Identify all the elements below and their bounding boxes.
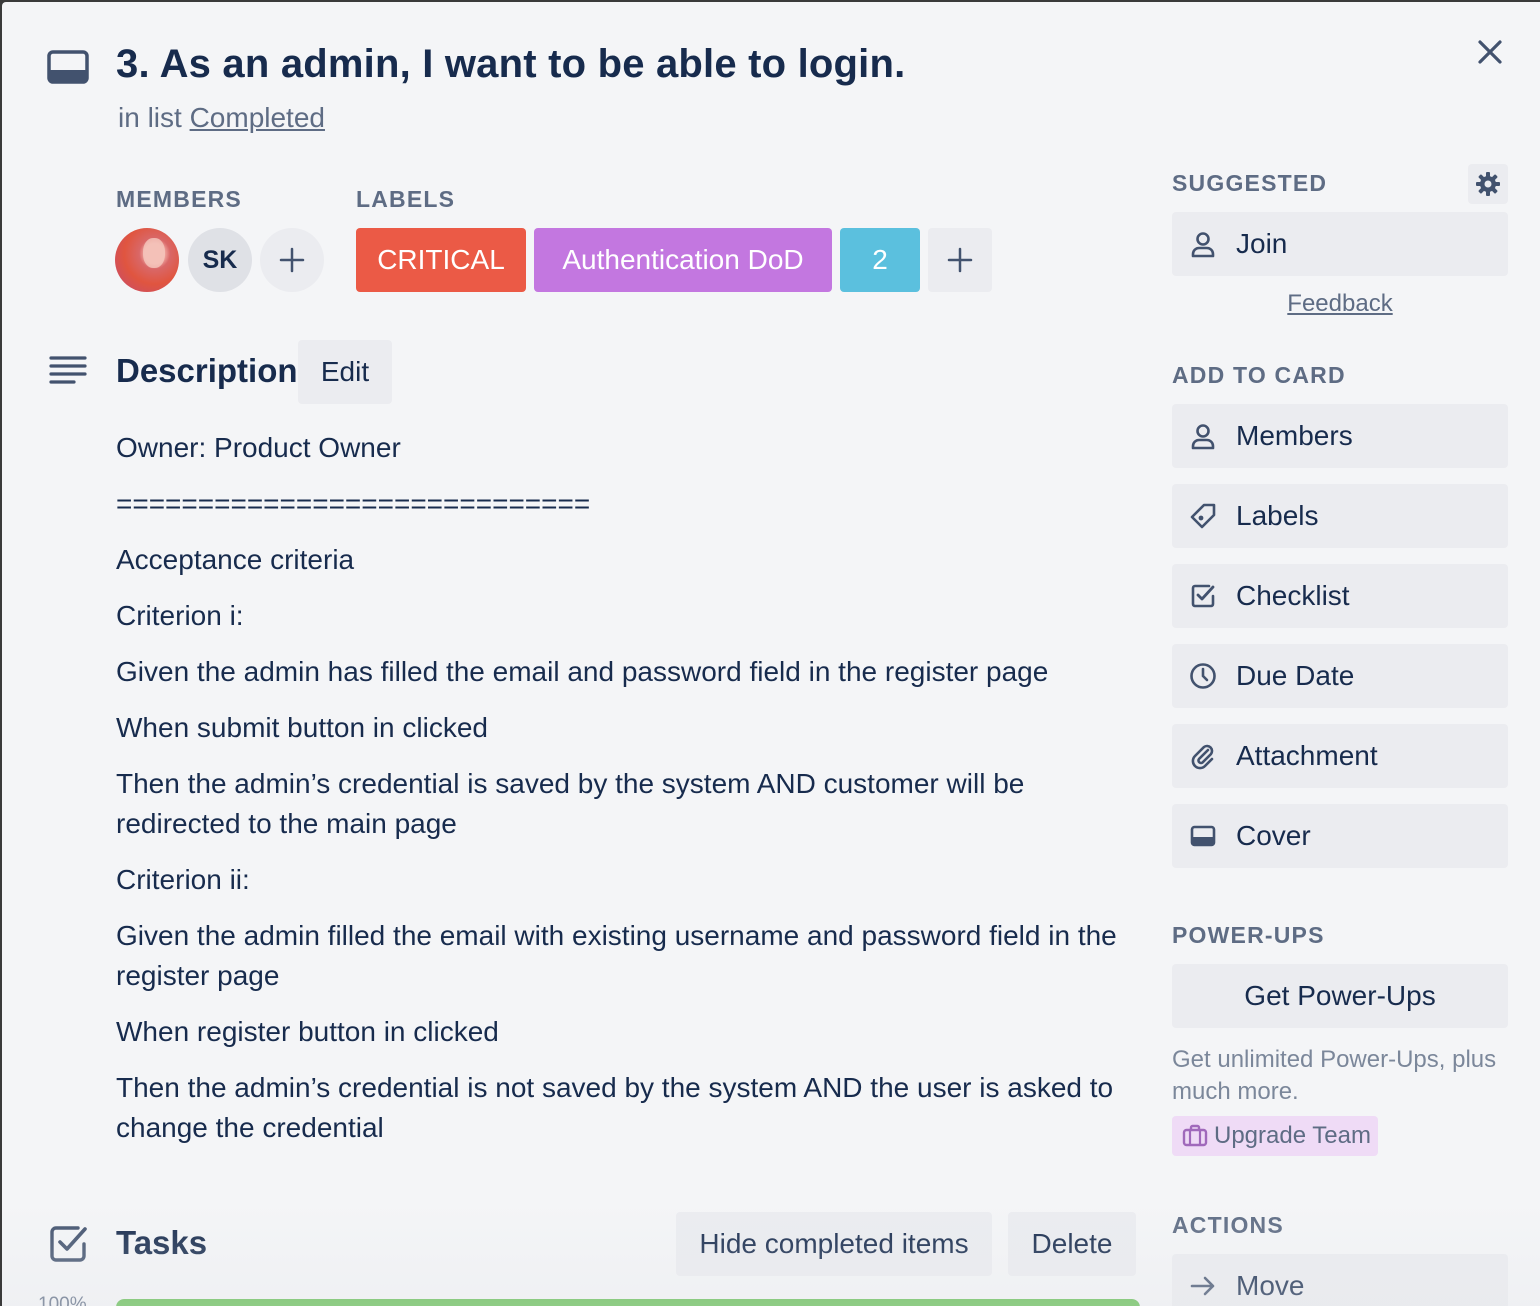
description-line: Given the admin filled the email with ex… xyxy=(116,920,1117,991)
avatar-initials[interactable]: SK xyxy=(188,228,252,292)
paperclip-icon xyxy=(1188,741,1218,771)
description-line: Criterion i: xyxy=(116,600,244,631)
list-link[interactable]: Completed xyxy=(190,102,325,133)
plus-icon xyxy=(947,247,973,273)
delete-checklist-button[interactable]: Delete xyxy=(1008,1212,1136,1276)
checkbox-icon xyxy=(1188,581,1218,611)
list-breadcrumb: in list Completed xyxy=(118,102,325,134)
labels-button[interactable]: Labels xyxy=(1172,484,1508,548)
progress-percent: 100% xyxy=(38,1294,87,1306)
description-line: ============================= xyxy=(116,488,591,519)
hide-completed-button[interactable]: Hide completed items xyxy=(676,1212,992,1276)
card-icon xyxy=(47,50,89,84)
join-button[interactable]: Join xyxy=(1172,212,1508,276)
members-button[interactable]: Members xyxy=(1172,404,1508,468)
description-icon xyxy=(49,356,87,384)
label-critical[interactable]: CRITICAL xyxy=(356,228,526,292)
checklist-button[interactable]: Checklist xyxy=(1172,564,1508,628)
description-heading: Description xyxy=(116,352,298,389)
checklist-icon xyxy=(50,1226,87,1262)
add-member-button[interactable] xyxy=(260,228,324,292)
upgrade-team-button[interactable]: Upgrade Team xyxy=(1172,1116,1378,1156)
list-prefix: in list xyxy=(118,102,182,133)
progress-bar-fill xyxy=(116,1299,1140,1306)
attachment-button[interactable]: Attachment xyxy=(1172,724,1508,788)
plus-icon xyxy=(279,247,305,273)
suggested-settings-button[interactable] xyxy=(1468,164,1508,204)
due-date-label: Due Date xyxy=(1236,660,1355,691)
avatar[interactable] xyxy=(115,228,179,292)
description-line: Then the admin’s credential is not saved… xyxy=(116,1072,1114,1143)
description-line: When register button in clicked xyxy=(116,1016,499,1047)
cover-label: Cover xyxy=(1236,820,1311,851)
description-line: Acceptance criteria xyxy=(116,544,355,575)
description-line: Criterion ii: xyxy=(116,864,250,895)
checklist-label: Checklist xyxy=(1236,580,1350,611)
attachment-label: Attachment xyxy=(1236,740,1378,771)
move-label: Move xyxy=(1236,1270,1305,1301)
join-label: Join xyxy=(1236,228,1288,259)
move-button[interactable]: Move xyxy=(1172,1254,1508,1306)
power-ups-promo-text: Get unlimited Power-Ups, plus much more. xyxy=(1172,1046,1497,1105)
labels-label: Labels xyxy=(1236,500,1319,531)
tag-icon xyxy=(1188,501,1218,531)
label-2[interactable]: 2 xyxy=(840,228,920,292)
gear-icon xyxy=(1476,172,1500,196)
card-detail-modal: 3. As an admin, I want to be able to log… xyxy=(2,2,1540,1306)
add-to-card-heading: ADD TO CARD xyxy=(1172,362,1346,388)
tasks-heading: Tasks xyxy=(116,1224,208,1261)
upgrade-team-label: Upgrade Team xyxy=(1214,1122,1371,1149)
feedback-link[interactable]: Feedback xyxy=(1172,290,1508,318)
due-date-button[interactable]: Due Date xyxy=(1172,644,1508,708)
close-icon[interactable] xyxy=(1468,30,1512,74)
actions-heading: ACTIONS xyxy=(1172,1212,1284,1238)
edit-description-button[interactable]: Edit xyxy=(298,340,392,404)
members-heading: MEMBERS xyxy=(116,186,242,212)
progress-bar xyxy=(116,1299,1140,1306)
person-icon xyxy=(1188,229,1218,259)
card-cover-icon xyxy=(1188,821,1218,851)
description-line: When submit button in clicked xyxy=(116,712,488,743)
clock-icon xyxy=(1188,661,1218,691)
description-line: Owner: Product Owner xyxy=(116,432,401,463)
description-line: Given the admin has filled the email and… xyxy=(116,656,1049,687)
labels-heading: LABELS xyxy=(356,186,456,212)
arrow-right-icon xyxy=(1188,1271,1218,1301)
person-icon xyxy=(1188,421,1218,451)
members-label: Members xyxy=(1236,420,1353,451)
get-power-ups-button[interactable]: Get Power-Ups xyxy=(1172,964,1508,1028)
cover-button[interactable]: Cover xyxy=(1172,804,1508,868)
card-title[interactable]: 3. As an admin, I want to be able to log… xyxy=(116,42,905,87)
description-line: Then the admin’s credential is saved by … xyxy=(116,768,1025,839)
power-ups-heading: POWER-UPS xyxy=(1172,922,1325,948)
suggested-heading: SUGGESTED xyxy=(1172,170,1328,196)
add-label-button[interactable] xyxy=(928,228,992,292)
label-authentication-dod[interactable]: Authentication DoD xyxy=(534,228,832,292)
briefcase-icon xyxy=(1182,1124,1208,1147)
